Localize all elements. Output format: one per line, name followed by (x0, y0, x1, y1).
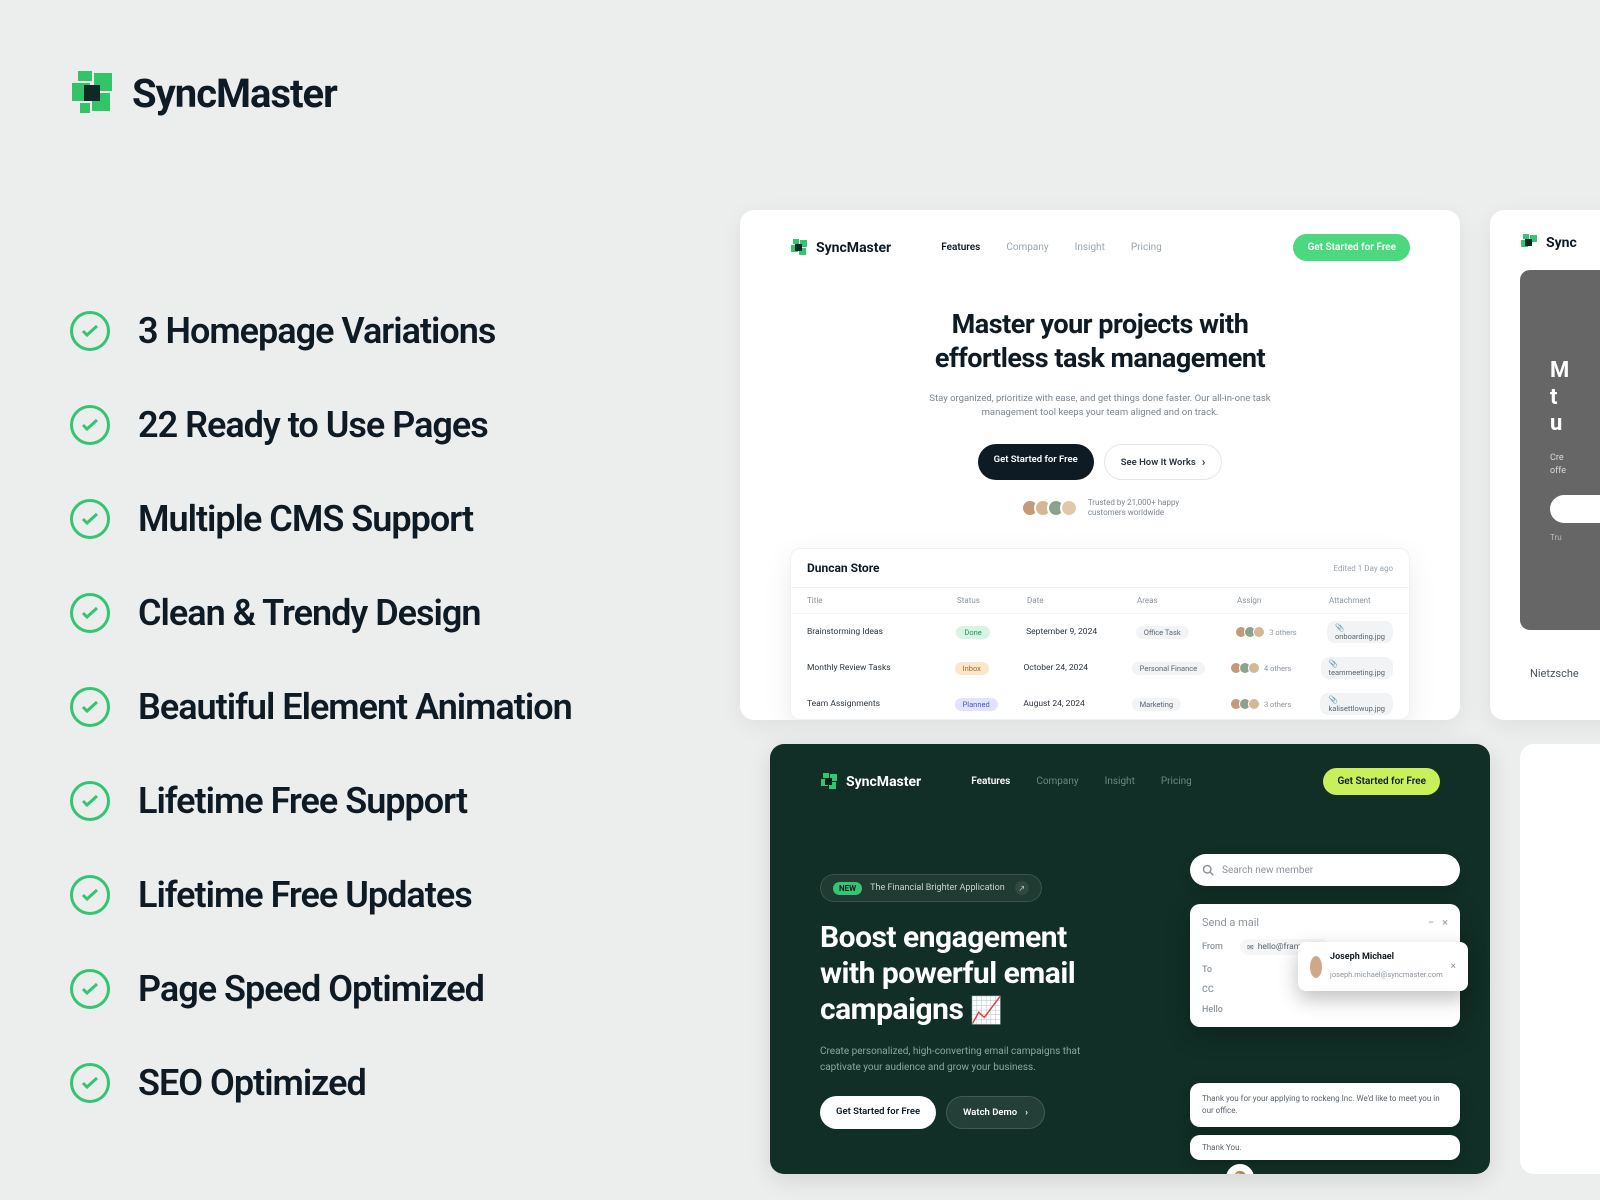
table-row[interactable]: Monthly Review TasksInboxOctober 24, 202… (791, 650, 1409, 686)
mail-signoff: Thank You. (1190, 1135, 1460, 1160)
feature-item: Multiple CMS Support (70, 498, 572, 540)
close-icon[interactable]: × (1451, 961, 1456, 972)
nav-link-features[interactable]: Features (971, 776, 1010, 787)
cta-button[interactable]: Get Started for Free (1293, 234, 1410, 261)
trend-up-icon: 📈 (970, 996, 1002, 1026)
trust-badge: Trusted by 21,000+ happycustomers worldw… (740, 498, 1460, 519)
table-title: Duncan Store (807, 561, 879, 575)
preview-light2-hero: Mtu Creoffe Tru (1520, 270, 1600, 630)
preview-dark-nav: SyncMaster Features Company Insight Pric… (820, 768, 1440, 795)
contact-popup[interactable]: Joseph Michaeljoseph.michael@syncmaster.… (1298, 942, 1468, 991)
feature-item: SEO Optimized (70, 1062, 572, 1104)
nav-link-company[interactable]: Company (1036, 776, 1078, 787)
avatar-group (1021, 499, 1078, 517)
mail-body-preview: Thank you for your applying to rockeng I… (1190, 1083, 1460, 1127)
brand-lockup: SyncMaster (70, 70, 337, 117)
check-icon (70, 875, 110, 915)
minimize-icon[interactable]: − (1428, 916, 1434, 929)
preview-light-nav: SyncMaster Features Company Insight Pric… (790, 234, 1410, 261)
feature-item: Lifetime Free Support (70, 780, 572, 822)
preview-card-dark[interactable]: SyncMaster Features Company Insight Pric… (770, 744, 1490, 1174)
search-icon (1202, 864, 1214, 876)
preview-light-logo[interactable]: SyncMaster (790, 239, 891, 257)
secondary-button[interactable]: Watch Demo (946, 1096, 1045, 1129)
table-row[interactable]: Brainstorming IdeasDoneSeptember 9, 2024… (791, 614, 1409, 650)
preview-card-light2[interactable]: Sync Mtu Creoffe Tru Nietzsche (1490, 210, 1600, 720)
feature-item: Lifetime Free Updates (70, 874, 572, 916)
brand-name: SyncMaster (132, 70, 337, 117)
feature-item: 3 Homepage Variations (70, 310, 572, 352)
preview-light-hero: Master your projects with effortless tas… (740, 308, 1460, 519)
check-icon (70, 405, 110, 445)
feature-item: Beautiful Element Animation (70, 686, 572, 728)
table-edited: Edited 1 Day ago (1334, 564, 1393, 573)
app-badge-mailchimp-icon: 🐵 (1223, 1161, 1257, 1174)
mail-hello-field[interactable]: Hello (1202, 1005, 1448, 1015)
primary-button[interactable]: Get Started for Free (978, 444, 1094, 480)
primary-button[interactable]: Get Started for Free (820, 1096, 936, 1129)
check-icon (70, 781, 110, 821)
check-icon (70, 499, 110, 539)
mail-title: Send a mail (1202, 916, 1259, 929)
table-columns: Title Status Date Areas Assign Attachmen… (791, 588, 1409, 614)
check-icon (70, 593, 110, 633)
nav-link-insight[interactable]: Insight (1105, 776, 1135, 787)
check-icon (70, 687, 110, 727)
cta-pill[interactable] (1550, 495, 1600, 523)
feature-item: Clean & Trendy Design (70, 592, 572, 634)
table-row[interactable]: Team AssignmentsPlannedAugust 24, 2024Ma… (791, 686, 1409, 720)
preview-light2-logo: Sync (1520, 234, 1577, 252)
cta-button[interactable]: Get Started for Free (1323, 768, 1440, 795)
preview-table: Duncan Store Edited 1 Day ago Title Stat… (790, 548, 1410, 720)
preview-card-light[interactable]: SyncMaster Features Company Insight Pric… (740, 210, 1460, 720)
preview-card-light3[interactable] (1520, 744, 1600, 1174)
feature-item: 22 Ready to Use Pages (70, 404, 572, 446)
logo-icon (70, 71, 116, 117)
secondary-button[interactable]: See How It Works (1104, 444, 1223, 480)
check-icon (70, 1063, 110, 1103)
preview-dark-logo[interactable]: SyncMaster (820, 773, 921, 791)
nav-link-pricing[interactable]: Pricing (1161, 776, 1192, 787)
preview-dark-hero: NEW The Financial Brighter Application B… (820, 874, 1080, 1129)
preview-dark-mockup: Search new member Send a mail −× Fromhel… (1190, 854, 1460, 1160)
check-icon (70, 969, 110, 1009)
feature-item: Page Speed Optimized (70, 968, 572, 1010)
nav-link-insight[interactable]: Insight (1075, 242, 1105, 253)
search-input[interactable]: Search new member (1190, 854, 1460, 886)
nav-link-features[interactable]: Features (941, 242, 980, 253)
preview-gallery: SyncMaster Features Company Insight Pric… (740, 210, 1600, 1200)
hero-heading: Master your projects with effortless tas… (740, 308, 1460, 376)
preview-light-menu: Features Company Insight Pricing (941, 242, 1162, 253)
check-icon (70, 311, 110, 351)
hero-subtext: Stay organized, prioritize with ease, an… (740, 392, 1460, 421)
table-header: Duncan Store Edited 1 Day ago (791, 549, 1409, 588)
preview-dark-menu: Features Company Insight Pricing (971, 776, 1192, 787)
feature-list: 3 Homepage Variations 22 Ready to Use Pa… (70, 310, 572, 1104)
close-icon[interactable]: × (1442, 916, 1448, 929)
hero-heading: Boost engagement with powerful email cam… (820, 920, 1080, 1028)
nav-link-company[interactable]: Company (1006, 242, 1048, 253)
hero-subtext: Create personalized, high-converting ema… (820, 1044, 1080, 1076)
avatar (1310, 956, 1322, 978)
hero-tag[interactable]: NEW The Financial Brighter Application (820, 874, 1042, 902)
nav-link-pricing[interactable]: Pricing (1131, 242, 1162, 253)
quote-author: Nietzsche (1530, 667, 1579, 680)
